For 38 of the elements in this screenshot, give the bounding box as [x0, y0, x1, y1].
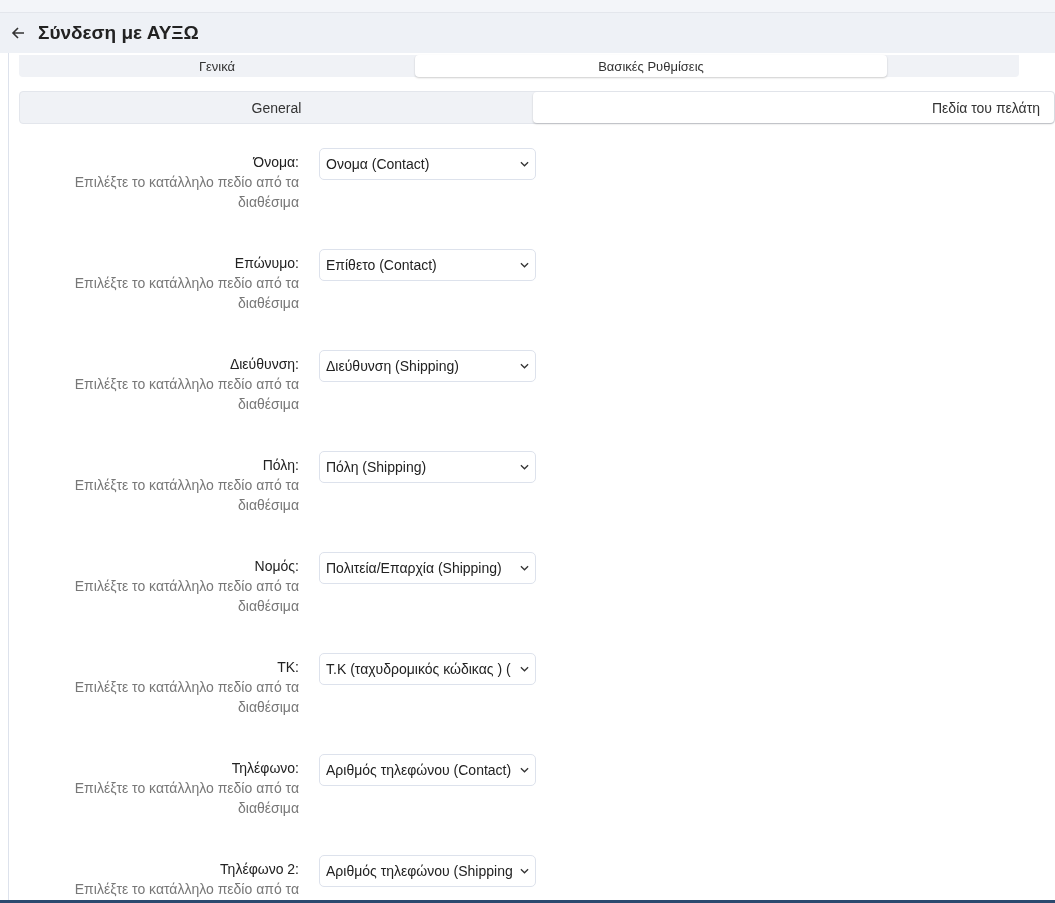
chevron-down-icon	[520, 767, 529, 773]
dropdown-field[interactable]: Διεύθυνση (Shipping)	[319, 350, 536, 382]
chevron-down-icon	[520, 363, 529, 369]
field-label: Πόλη:	[262, 456, 299, 475]
dropdown-field[interactable]: Αριθμός τηλεφώνου (Contact)	[319, 754, 536, 786]
dropdown-field[interactable]: Επίθετο (Contact)	[319, 249, 536, 281]
chevron-down-icon	[520, 565, 529, 571]
field-label: Τηλέφωνο 2:	[220, 860, 299, 879]
field-label: Νομός:	[254, 557, 299, 576]
tab[interactable]: General	[20, 92, 533, 123]
field-label: Διεύθυνση:	[229, 355, 299, 374]
chevron-down-icon	[520, 666, 529, 672]
page-title: Σύνδεση με ΑΥΞΩ	[38, 22, 199, 44]
tab[interactable]: Βασικές Ρυθμίσεις	[415, 55, 887, 77]
field-label: Όνομα:	[253, 153, 299, 172]
field-label: ΤΚ:	[277, 658, 299, 677]
field-hint: Επιλέξτε το κατάλληλο πεδίο από τα διαθέσιμα	[73, 779, 299, 818]
dropdown-field[interactable]: Αριθμός τηλεφώνου (Shipping	[319, 855, 536, 887]
field-hint: Επιλέξτε το κατάλληλο πεδίο από τα διαθέσιμα	[73, 577, 299, 616]
dropdown-field[interactable]: Ονομα (Contact)	[319, 148, 536, 180]
dropdown-field[interactable]: Τ.Κ (ταχυδρομικός κώδικας ) (	[319, 653, 536, 685]
chevron-down-icon	[520, 262, 529, 268]
tab[interactable]: Πεδία του πελάτη	[533, 92, 1054, 123]
field-hint: Επιλέξτε το κατάλληλο πεδίο από τα διαθέσιμα	[73, 173, 299, 212]
field-hint: Επιλέξτε το κατάλληλο πεδίο από τα	[73, 880, 299, 899]
dropdown-field[interactable]: Πόλη (Shipping)	[319, 451, 536, 483]
field-hint: Επιλέξτε το κατάλληλο πεδίο από τα διαθέσιμα	[73, 274, 299, 313]
tab[interactable]: Γενικά	[19, 55, 415, 77]
chevron-down-icon	[520, 161, 529, 167]
chevron-down-icon	[520, 464, 529, 470]
field-hint: Επιλέξτε το κατάλληλο πεδίο από τα διαθέσιμα	[73, 476, 299, 515]
field-label: Τηλέφωνο:	[231, 759, 299, 778]
field-hint: Επιλέξτε το κατάλληλο πεδίο από τα διαθέσιμα	[73, 375, 299, 414]
back-arrow-icon[interactable]	[10, 25, 26, 41]
dropdown-field[interactable]: Πολιτεία/Επαρχία (Shipping)	[319, 552, 536, 584]
field-hint: Επιλέξτε το κατάλληλο πεδίο από τα διαθέσιμα	[73, 678, 299, 717]
field-label: Επώνυμο:	[234, 254, 299, 273]
chevron-down-icon	[520, 868, 529, 874]
